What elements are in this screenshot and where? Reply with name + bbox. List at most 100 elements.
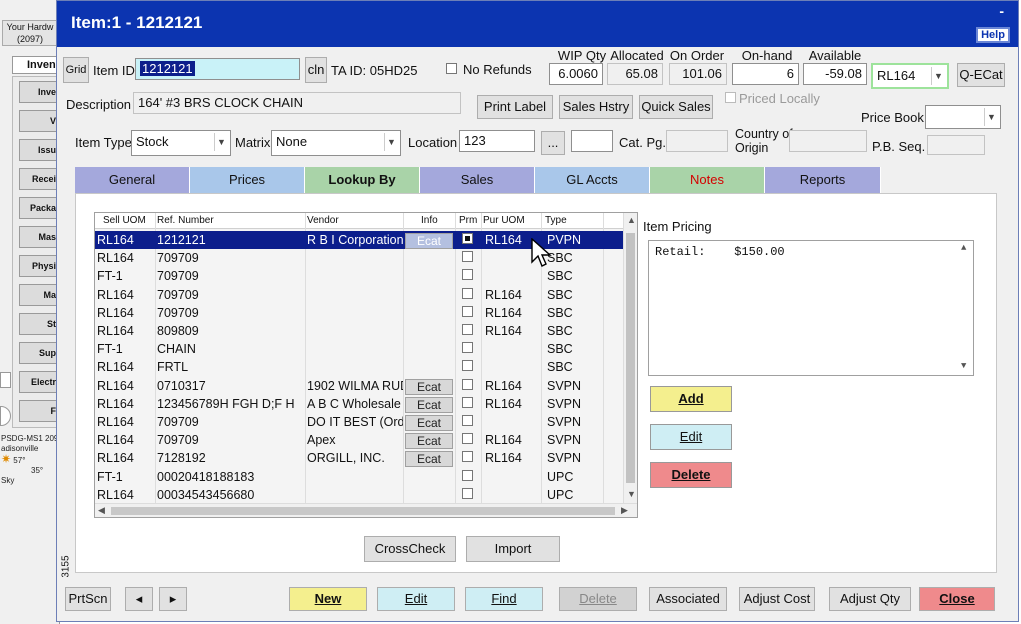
priced-locally-checkbox[interactable] (725, 92, 736, 103)
table-row[interactable]: FT-1 00020418188183 UPC (95, 468, 623, 486)
table-row[interactable]: RL164 0710317 1902 WILMA RUD RL164 SVPN Ecat (95, 377, 623, 395)
primary-checkbox[interactable] (462, 396, 473, 408)
col-info[interactable]: Info (421, 215, 438, 226)
chevron-down-icon[interactable]: ▼ (984, 108, 998, 126)
col-sell-uom[interactable]: Sell UOM (103, 215, 146, 226)
table-row[interactable]: FT-1 CHAIN SBC (95, 340, 623, 358)
background-side-button[interactable]: Electr (19, 371, 59, 393)
chevron-down-icon[interactable]: ▼ (384, 133, 398, 151)
vertical-scrollbar[interactable]: ▲ ▼ (623, 213, 637, 503)
item-id-input[interactable]: 1212121 (135, 58, 300, 80)
background-side-button[interactable]: Packa (19, 197, 59, 219)
print-label-button[interactable]: Print Label (477, 95, 553, 119)
scroll-up-icon[interactable]: ▲ (961, 243, 966, 253)
horizontal-scrollbar[interactable]: ◀ ▶ (95, 503, 637, 517)
background-field[interactable] (0, 372, 11, 388)
cat-pg-input[interactable] (666, 130, 728, 152)
scroll-thumb[interactable] (626, 233, 635, 483)
background-side-button[interactable]: Physi (19, 255, 59, 277)
cln-button[interactable]: cln (305, 57, 327, 83)
primary-checkbox[interactable] (462, 342, 473, 354)
background-side-button[interactable]: Inve (19, 81, 59, 103)
table-row[interactable]: RL164 7128192 ORGILL, INC. RL164 SVPN Ecat (95, 449, 623, 468)
scroll-down-icon[interactable]: ▼ (627, 489, 636, 499)
table-row[interactable]: FT-1 709709 SBC (95, 267, 623, 285)
prtscn-button[interactable]: PrtScn (65, 587, 111, 611)
col-type[interactable]: Type (545, 215, 567, 226)
ecat-button[interactable]: Ecat (405, 233, 453, 249)
previous-record-button[interactable]: ◂ (125, 587, 153, 611)
close-button[interactable]: Close (919, 587, 995, 611)
col-prm[interactable]: Prm (459, 215, 477, 226)
background-side-button[interactable]: Mas (19, 226, 59, 248)
description-input[interactable]: 164' #3 BRS CLOCK CHAIN (133, 92, 461, 114)
delete-button[interactable]: Delete (559, 587, 637, 611)
scroll-up-icon[interactable]: ▲ (627, 215, 636, 225)
item-type-select[interactable]: Stock ▼ (131, 130, 231, 156)
country-of-origin-input[interactable] (789, 130, 867, 152)
ecat-button[interactable]: Ecat (405, 433, 453, 450)
adjust-qty-button[interactable]: Adjust Qty (829, 587, 911, 611)
background-side-button[interactable]: St (19, 313, 59, 335)
tab-lookup-by[interactable]: Lookup By (305, 167, 420, 193)
col-vendor[interactable]: Vendor (307, 215, 339, 226)
tab-reports[interactable]: Reports (765, 167, 881, 193)
quick-sales-button[interactable]: Quick Sales (639, 95, 713, 119)
background-side-button[interactable]: F (19, 400, 59, 422)
table-row[interactable]: RL164 809809 RL164 SBC (95, 322, 623, 340)
tab-general[interactable]: General (75, 167, 190, 193)
inventory-tab[interactable]: Inven (12, 56, 60, 74)
primary-checkbox[interactable] (462, 324, 473, 335)
primary-checkbox[interactable] (462, 269, 473, 281)
sales-history-button[interactable]: Sales Hstry (559, 95, 633, 119)
primary-checkbox[interactable] (462, 433, 473, 445)
item-pricing-box[interactable]: Retail: $150.00 ▲ ▼ (648, 240, 974, 376)
col-ref-number[interactable]: Ref. Number (157, 215, 214, 226)
background-side-button[interactable]: V (19, 110, 59, 132)
next-record-button[interactable]: ▸ (159, 587, 187, 611)
primary-checkbox[interactable] (462, 305, 473, 317)
primary-checkbox[interactable] (462, 287, 473, 299)
new-button[interactable]: New (289, 587, 367, 611)
scroll-down-icon[interactable]: ▼ (961, 361, 966, 371)
scroll-thumb[interactable] (111, 507, 615, 515)
background-side-button[interactable]: Recei (19, 168, 59, 190)
add-price-button[interactable]: Add (650, 386, 732, 412)
tab-prices[interactable]: Prices (190, 167, 305, 193)
ecat-button[interactable]: Ecat (405, 451, 453, 468)
q-ecat-button[interactable]: Q-ECat (957, 63, 1005, 87)
matrix-select[interactable]: None ▼ (271, 130, 401, 156)
find-button[interactable]: Find (465, 587, 543, 611)
delete-price-button[interactable]: Delete (650, 462, 732, 488)
primary-checkbox[interactable] (462, 360, 473, 372)
scroll-right-icon[interactable]: ▶ (621, 505, 628, 516)
table-row[interactable]: RL164 709709 RL164 SBC (95, 304, 623, 322)
lookup-grid[interactable]: Sell UOM Ref. Number Vendor Info Prm Pur… (94, 212, 638, 518)
table-row[interactable]: RL164 123456789H FGH D;F H A B C Wholesale… (95, 395, 623, 413)
primary-checkbox[interactable] (462, 487, 473, 499)
grid-button[interactable]: Grid (63, 57, 89, 83)
edit-price-button[interactable]: Edit (650, 424, 732, 450)
associated-button[interactable]: Associated (649, 587, 727, 611)
edit-button[interactable]: Edit (377, 587, 455, 611)
location-browse-button[interactable]: ... (541, 131, 565, 155)
background-round-control[interactable] (0, 406, 11, 426)
table-row[interactable]: RL164 709709 RL164 SBC (95, 286, 623, 304)
chevron-down-icon[interactable]: ▼ (931, 67, 945, 85)
primary-checkbox[interactable] (462, 451, 473, 463)
adjust-cost-button[interactable]: Adjust Cost (739, 587, 815, 611)
chevron-down-icon[interactable]: ▼ (214, 133, 228, 151)
location-extra-input[interactable] (571, 130, 613, 152)
location-input[interactable]: 123 (459, 130, 535, 152)
tab-notes[interactable]: Notes (650, 167, 765, 193)
table-row[interactable]: RL164 FRTL SBC (95, 358, 623, 376)
background-side-button[interactable]: Ma (19, 284, 59, 306)
hardware-label[interactable]: Your Hardw (2097) (2, 20, 58, 46)
pb-seq-input[interactable] (927, 135, 985, 155)
table-row[interactable]: RL164 00034543456680 UPC (95, 486, 623, 504)
table-row[interactable]: RL164 709709 DO IT BEST (Ord SVPN Ecat (95, 413, 623, 431)
uom-select[interactable]: RL164 ▼ (871, 63, 949, 89)
background-side-button[interactable]: Sup (19, 342, 59, 364)
no-refunds-checkbox[interactable] (446, 63, 457, 74)
table-row[interactable]: RL164 709709 Apex RL164 SVPN Ecat (95, 431, 623, 450)
